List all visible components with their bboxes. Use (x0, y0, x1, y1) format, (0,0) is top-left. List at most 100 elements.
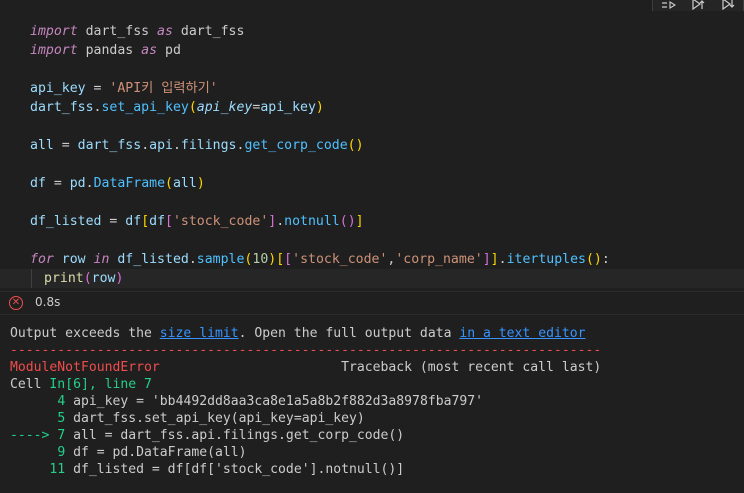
string-literal: 'corp_name' (395, 252, 483, 267)
traceback-arrow (10, 462, 49, 477)
object: df (125, 214, 142, 229)
traceback-code: df = pd.DataFrame(all) (65, 445, 247, 460)
module-name: dart_fss (77, 24, 158, 39)
bracket: ) (115, 271, 124, 286)
module-alias: dart_fss (172, 24, 245, 39)
object: dart_fss (77, 138, 142, 153)
module-alias: pd (157, 43, 181, 58)
number-literal: 10 (252, 252, 269, 267)
keyword: as (157, 24, 173, 39)
object: df (149, 214, 166, 229)
operator: . (498, 252, 507, 267)
traceback-line: 5 dart_fss.set_api_key(api_key=api_key) (10, 410, 365, 427)
traceback-line: 4 api_key = 'bb4492dd8aa3ca8e1a5a8b2f882… (10, 393, 483, 410)
code-line-13: for row in df_listed.sample(10)[['stock_… (30, 250, 610, 269)
traceback-arrow (10, 445, 57, 460)
notice-text: Output exceeds the (10, 326, 160, 341)
bracket: [ (141, 214, 150, 229)
traceback-code: df_listed = df[df['stock_code'].notnull(… (65, 462, 405, 477)
string-literal: 'API키 입력하기' (109, 81, 218, 96)
bracket: ] (482, 252, 491, 267)
argument: row (91, 271, 116, 286)
open-in-text-editor-link[interactable]: in a text editor (459, 326, 585, 341)
variable: api_key (30, 81, 86, 96)
object: df_listed (109, 252, 189, 267)
bracket: [ (276, 252, 285, 267)
bracket: ] (490, 252, 499, 267)
attribute: filings (180, 138, 237, 153)
indent-guide (31, 269, 32, 288)
operator: = (53, 138, 78, 153)
bracket: ( (165, 176, 173, 191)
bracket: ) (315, 100, 324, 115)
bracket: [ (284, 252, 293, 267)
traceback-label: Traceback (most recent call last) (159, 360, 602, 375)
traceback-separator: ----------------------------------------… (10, 343, 602, 358)
traceback-cell-ref: Cell In[6], line 7 (10, 376, 152, 393)
attribute: api (149, 138, 173, 153)
operator: = (85, 81, 110, 96)
cell-status-bar: ✕ 0.8s (0, 291, 744, 315)
code-line-11: df_listed = df[df['stock_code'].notnull(… (30, 212, 364, 231)
variable: df_listed (30, 214, 102, 229)
traceback-line: ----> 7 all = dart_fss.api.filings.get_c… (10, 427, 404, 444)
argument: all (172, 176, 197, 191)
keyword: for (30, 252, 54, 267)
code-editor[interactable]: import dart_fss as dart_fss import panda… (0, 11, 744, 291)
variable: all (30, 138, 54, 153)
operator: = (45, 176, 70, 191)
traceback-header: ModuleNotFoundError Traceback (most rece… (10, 359, 601, 376)
bracket: [ (165, 214, 173, 229)
parameter: api_key (196, 100, 253, 115)
cell-label: Cell (10, 377, 50, 392)
traceback-line-number: 11 (49, 462, 66, 477)
operator: . (276, 214, 285, 229)
execution-duration: 0.8s (35, 295, 61, 309)
traceback-code: dart_fss.set_api_key(api_key=api_key) (65, 411, 365, 426)
code-line-1: import dart_fss as dart_fss (30, 22, 244, 41)
variable: row (53, 252, 94, 267)
code-line-7: all = dart_fss.api.filings.get_corp_code… (30, 136, 364, 155)
function-call: print (44, 271, 84, 286)
traceback-line: 11 df_listed = df[df['stock_code'].notnu… (10, 461, 404, 478)
keyword: as (141, 43, 158, 58)
cell-input-ref: In[6], line 7 (49, 377, 152, 392)
code-line-14: print(row) (44, 269, 123, 288)
object: pd (69, 176, 86, 191)
function-call: notnull (284, 214, 340, 229)
traceback-code: api_key = 'bb4492dd8aa3ca8e1a5a8b2f882d3… (65, 394, 484, 409)
string-literal: 'stock_code' (292, 252, 388, 267)
traceback-arrow: ----> (10, 428, 58, 443)
code-line-5: dart_fss.set_api_key(api_key=api_key) (30, 98, 324, 117)
string-literal: 'stock_code' (172, 214, 269, 229)
operator: . (172, 138, 181, 153)
operator: . (188, 252, 197, 267)
keyword: import (30, 24, 78, 39)
function-call: DataFrame (93, 176, 166, 191)
traceback-arrow (10, 394, 57, 409)
bracket: () (585, 252, 602, 267)
bracket: ] (355, 214, 364, 229)
bracket: ( (83, 271, 92, 286)
code-line-9: df = pd.DataFrame(all) (30, 174, 205, 193)
bracket: ) (196, 176, 205, 191)
function-call: sample (196, 252, 245, 267)
bracket: ( (188, 100, 197, 115)
code-line-4: api_key = 'API키 입력하기' (30, 79, 218, 98)
operator: : (601, 252, 610, 267)
argument: api_key (260, 100, 316, 115)
function-call: itertuples (506, 252, 586, 267)
traceback-line: 9 df = pd.DataFrame(all) (10, 444, 247, 461)
error-name: ModuleNotFoundError (10, 360, 160, 375)
code-line-2: import pandas as pd (30, 41, 181, 60)
operator: . (141, 138, 150, 153)
bracket: () (339, 214, 356, 229)
size-limit-link[interactable]: size limit (160, 326, 239, 341)
module-name: pandas (77, 43, 142, 58)
traceback-code: all = dart_fss.api.filings.get_corp_code… (65, 428, 405, 443)
function-call: get_corp_code (244, 138, 348, 153)
keyword: in (93, 252, 110, 267)
traceback-arrow (10, 411, 57, 426)
notice-text: . Open the full output data (238, 326, 460, 341)
output-truncated-notice: Output exceeds the size limit. Open the … (10, 325, 586, 342)
